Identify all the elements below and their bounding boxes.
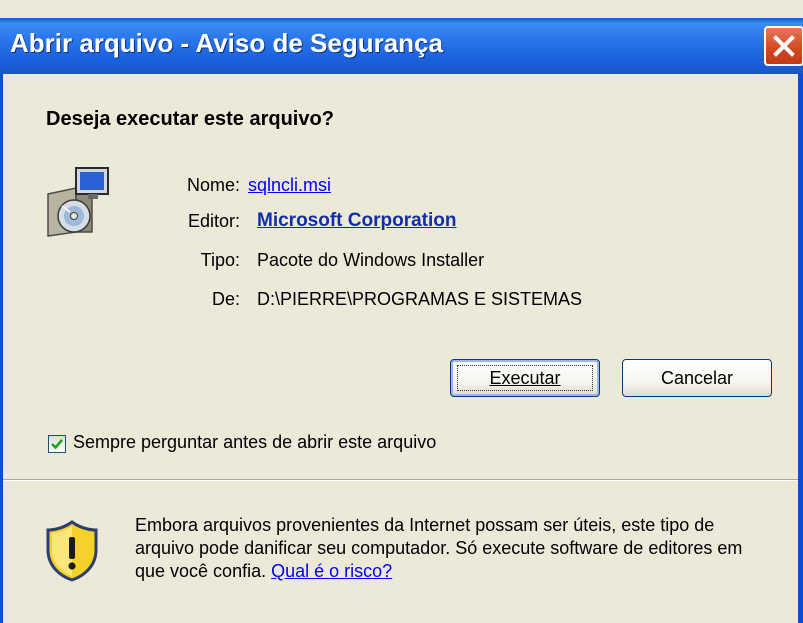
close-icon bbox=[773, 35, 795, 57]
always-ask-checkbox[interactable] bbox=[48, 435, 66, 453]
always-ask-label[interactable]: Sempre perguntar antes de abrir este arq… bbox=[73, 432, 436, 453]
from-label: De: bbox=[211, 289, 240, 309]
installer-package-icon bbox=[42, 166, 114, 243]
security-warning-dialog: Abrir arquivo - Aviso de Segurança Desej… bbox=[0, 0, 803, 623]
run-button[interactable]: Executar bbox=[450, 359, 600, 397]
publisher-link[interactable]: Microsoft Corporation bbox=[257, 210, 457, 231]
cancel-button[interactable]: Cancelar bbox=[622, 359, 772, 397]
close-button[interactable] bbox=[764, 26, 803, 66]
focus-ring bbox=[457, 365, 593, 391]
separator-highlight bbox=[3, 480, 798, 481]
title-bar[interactable]: Abrir arquivo - Aviso de Segurança bbox=[0, 18, 803, 74]
window-title: Abrir arquivo - Aviso de Segurança bbox=[10, 28, 443, 58]
dialog-question: Deseja executar este arquivo? bbox=[46, 108, 334, 130]
warning-message: Embora arquivos provenientes da Internet… bbox=[135, 514, 775, 583]
security-shield-icon bbox=[44, 520, 100, 587]
risk-link[interactable]: Qual é o risco? bbox=[271, 561, 392, 581]
type-value: Pacote do Windows Installer bbox=[257, 250, 485, 270]
publisher-label: Editor: bbox=[187, 211, 240, 231]
file-name-link[interactable]: sqlncli.msi bbox=[248, 175, 331, 195]
cancel-button-label: Cancelar bbox=[660, 367, 734, 388]
warning-text: Embora arquivos provenientes da Internet… bbox=[135, 515, 743, 581]
name-label: Nome: bbox=[186, 175, 240, 195]
from-value: D:\PIERRE\PROGRAMAS E SISTEMAS bbox=[257, 289, 583, 309]
checkmark-icon bbox=[51, 439, 63, 450]
type-label: Tipo: bbox=[200, 250, 240, 270]
window-border-left bbox=[0, 74, 3, 623]
window-border-right bbox=[798, 74, 803, 623]
